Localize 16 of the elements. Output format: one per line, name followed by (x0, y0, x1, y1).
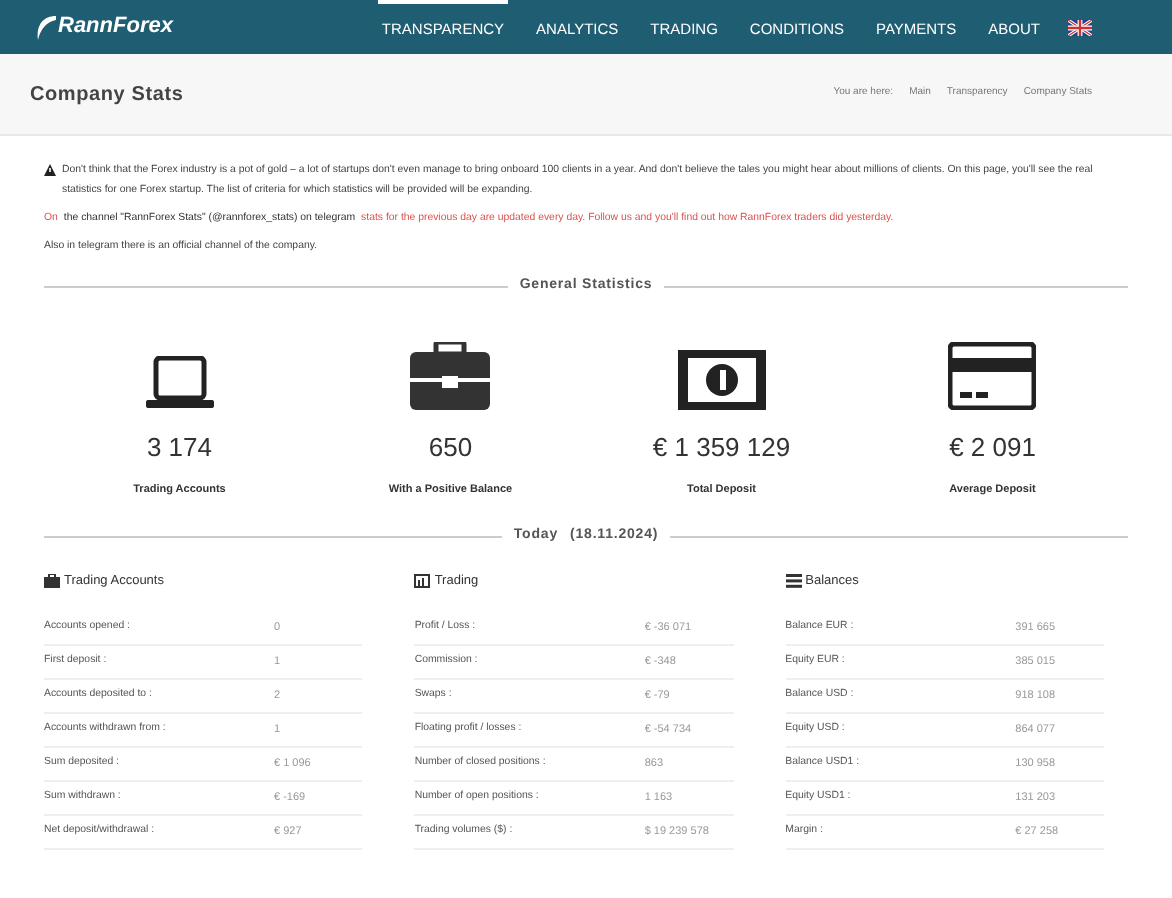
stat-value: 650 (428, 429, 473, 465)
logo-swoosh-icon (36, 13, 56, 41)
flag-icon[interactable] (1068, 19, 1092, 35)
chart-icon (414, 574, 431, 589)
list-icon (785, 574, 802, 589)
laptop-icon (145, 355, 214, 409)
stat-value: 3 174 (146, 429, 213, 465)
logo[interactable]: RannForex (58, 10, 173, 44)
card-icon (948, 341, 1037, 409)
stat-value: € 2 091 (949, 429, 1036, 465)
stat-value: € 1 359 129 (652, 429, 791, 465)
briefcase-icon (410, 341, 491, 409)
page-title: Company Stats (30, 81, 184, 109)
briefcase-icon (44, 574, 60, 589)
warning-icon (44, 164, 56, 176)
banknote-icon (677, 349, 766, 409)
